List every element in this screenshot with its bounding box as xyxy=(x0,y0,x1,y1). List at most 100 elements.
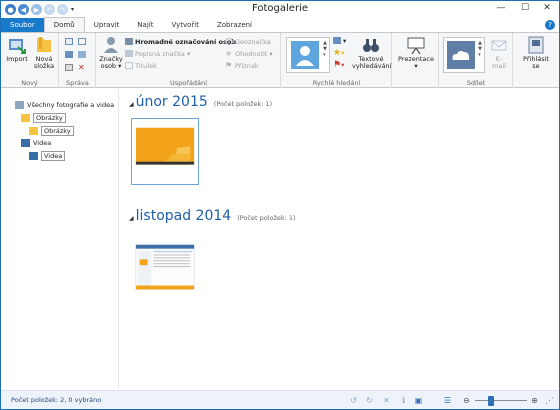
people-filter-gallery[interactable]: ▲ ▼ ▾ xyxy=(286,37,330,73)
group-account: Přihlásit se xyxy=(514,33,559,88)
nav-pictures-sub[interactable]: Obrázky xyxy=(29,126,74,136)
status-text: Počet položek: 2, 0 vybráno xyxy=(11,396,102,404)
person-icon xyxy=(296,46,314,66)
star-icon: ★ xyxy=(225,49,233,58)
forward-icon[interactable]: ▶ xyxy=(31,4,42,15)
new-folder-button[interactable]: Nová složka xyxy=(31,35,57,70)
close-button[interactable]: ✕ xyxy=(535,1,559,15)
folder-icon xyxy=(29,127,38,135)
flag-filter-button[interactable]: ⚑ ▾ xyxy=(333,60,344,70)
sign-in-button[interactable]: Přihlásit se xyxy=(517,35,555,70)
manage-icon-5[interactable] xyxy=(78,50,88,59)
collapse-icon[interactable]: ◢ xyxy=(129,101,134,108)
caption-icon xyxy=(125,62,133,69)
photo-grid: ◢ únor 2015 (Počet položek: 1) ◢ listopa… xyxy=(120,89,559,389)
manage-icon-1[interactable] xyxy=(65,37,75,46)
group-header-nov-2014[interactable]: ◢ listopad 2014 (Počet položek: 1) xyxy=(129,208,296,224)
bulk-tag-icon xyxy=(125,38,133,45)
mail-icon xyxy=(491,40,507,51)
group-share: ▲ ▼ ▾ E-mail Sdílet xyxy=(440,33,513,88)
nav-all-photos[interactable]: Všechny fotografie a videa xyxy=(15,101,114,109)
folder-icon xyxy=(37,37,51,52)
tab-find[interactable]: Najít xyxy=(128,18,162,32)
properties-icon[interactable]: ℹ xyxy=(398,395,409,406)
geotag-button[interactable]: Geoznačka xyxy=(225,37,271,46)
flag-icon: ⚑ xyxy=(225,61,233,70)
manage-icon-2[interactable] xyxy=(65,50,75,59)
slideshow-icon[interactable]: ▣ xyxy=(413,395,424,406)
group-label-new: Nový xyxy=(21,79,38,87)
rotate-right-icon[interactable]: ↻ xyxy=(364,395,375,406)
folder-icon xyxy=(21,114,30,122)
group-new: Import Nová složka Nový xyxy=(1,33,59,88)
rotate-left-icon[interactable]: ↺ xyxy=(348,395,359,406)
tab-edit[interactable]: Upravit xyxy=(85,18,129,32)
onedrive-tile xyxy=(447,41,475,69)
gallery-scroll-icon[interactable]: ▲ ▼ ▾ xyxy=(478,40,482,58)
photo-thumbnail[interactable] xyxy=(131,237,199,304)
group-header-feb-2015[interactable]: ◢ únor 2015 (Počet položek: 1) xyxy=(129,94,272,110)
help-icon[interactable]: ? xyxy=(545,20,555,30)
maximize-button[interactable]: ☐ xyxy=(513,1,537,15)
desc-tag-button[interactable]: Popisná značka ▾ xyxy=(125,49,190,58)
title-bar: ● ◀ ▶ ↶ ↷ ▾ Fotogalerie — ☐ ✕ xyxy=(1,1,559,18)
import-button[interactable]: Import xyxy=(5,35,29,63)
star-icon: ★ xyxy=(333,47,342,58)
manage-icon-4[interactable] xyxy=(78,37,88,46)
rating-filter-button[interactable]: ★ ▾ xyxy=(333,47,344,58)
navigation-pane: Všechny fotografie a videa Obrázky Obráz… xyxy=(1,89,119,389)
contact-tile xyxy=(291,41,319,69)
nav-videos[interactable]: Videa xyxy=(21,139,51,147)
zoom-slider-thumb[interactable] xyxy=(488,396,494,406)
tab-home[interactable]: Domů xyxy=(43,17,85,32)
minimize-button[interactable]: — xyxy=(489,1,513,15)
thumbnail-image xyxy=(135,244,195,290)
delete-icon[interactable]: ✕ xyxy=(78,63,85,72)
zoom-slider-track[interactable] xyxy=(475,400,527,401)
redo-icon[interactable]: ↷ xyxy=(57,4,68,15)
nav-videos-sub[interactable]: Videa xyxy=(29,151,66,161)
flag-button[interactable]: ⚑ Příznak xyxy=(225,61,259,70)
tab-create[interactable]: Vytvořit xyxy=(162,18,207,32)
status-bar: Počet položek: 2, 0 vybráno ↺ ↻ ✕ ℹ ▣ ☰ … xyxy=(1,390,559,409)
gallery-scroll-icon[interactable]: ▲ ▼ ▾ xyxy=(323,40,327,58)
tab-view[interactable]: Zobrazení xyxy=(208,18,261,32)
tab-file[interactable]: Soubor xyxy=(1,18,44,32)
delete-icon[interactable]: ✕ xyxy=(381,395,392,406)
import-icon xyxy=(9,39,26,54)
email-button[interactable]: E-mail xyxy=(488,35,510,70)
zoom-out-button[interactable]: ⊖ xyxy=(461,395,472,406)
resize-grip-icon[interactable]: ⋰ xyxy=(544,395,555,406)
rate-button[interactable]: ★ Ohodnotit ▾ xyxy=(225,49,273,58)
back-icon[interactable]: ◀ xyxy=(18,4,29,15)
bulk-tag-button[interactable]: Hromadné označování osob xyxy=(125,37,236,46)
photo-thumbnail[interactable] xyxy=(131,118,199,185)
sign-in-icon xyxy=(528,36,544,54)
group-quick-find: ▲ ▼ ▾ ▾ ★ ▾ ⚑ ▾ Textové vyhledávání Rychlé hl… xyxy=(282,33,392,88)
calendar-icon xyxy=(333,37,341,44)
geotag-icon xyxy=(225,38,233,45)
zoom-in-button[interactable]: ⊕ xyxy=(529,395,540,406)
group-label-manage: Správa xyxy=(66,79,89,87)
people-tags-button[interactable]: Značky osob ▾ xyxy=(99,35,123,70)
photos-icon xyxy=(15,101,24,109)
text-search-button[interactable]: Textové vyhledávání xyxy=(352,35,391,70)
group-manage: ✕ Správa xyxy=(60,33,96,88)
window-title: Fotogalerie xyxy=(251,3,308,14)
group-label-organize: Uspořádání xyxy=(170,79,207,87)
date-filter-button[interactable]: ▾ xyxy=(333,36,346,45)
collapse-icon[interactable]: ◢ xyxy=(129,215,134,222)
ribbon: Import Nová složka Nový ✕ Správa Značky os… xyxy=(1,32,559,88)
qat-dropdown-icon[interactable]: ▾ xyxy=(71,6,74,13)
group-label-quick-find: Rychlé hledání xyxy=(312,79,361,87)
video-folder-icon xyxy=(29,152,38,160)
undo-icon[interactable]: ↶ xyxy=(44,4,55,15)
nav-pictures[interactable]: Obrázky xyxy=(21,113,66,123)
caption-button[interactable]: Titulek xyxy=(125,61,157,70)
share-gallery[interactable]: ▲ ▼ ▾ xyxy=(443,37,485,73)
tag-icon xyxy=(125,50,133,57)
details-view-icon[interactable]: ☰ xyxy=(442,395,453,406)
slideshow-button[interactable]: Prezentace ▾ xyxy=(396,35,436,70)
manage-icon-3[interactable] xyxy=(65,63,75,72)
cloud-icon xyxy=(452,50,470,60)
